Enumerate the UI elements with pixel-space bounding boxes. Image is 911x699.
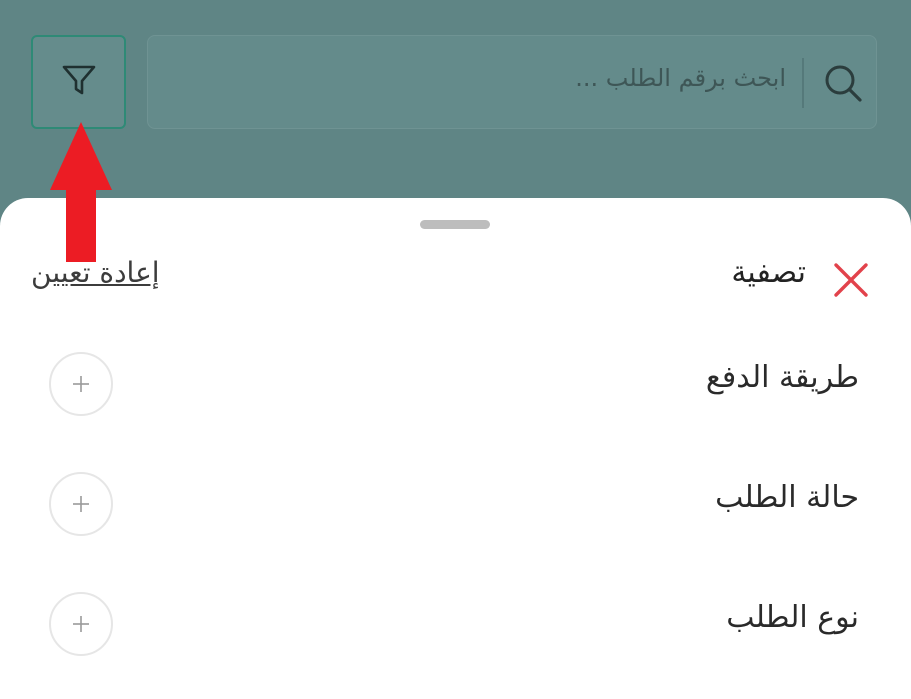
- filter-bottom-sheet: تصفية إعادة تعيين طريقة الدفع حالة الطلب…: [0, 198, 911, 699]
- filter-row-label: طريقة الدفع: [705, 360, 859, 395]
- search-input[interactable]: ابحث برقم الطلب ...: [147, 35, 877, 129]
- plus-icon: [73, 496, 89, 512]
- filter-row-label: حالة الطلب: [715, 480, 859, 515]
- filter-row-order-status[interactable]: حالة الطلب: [0, 466, 911, 546]
- drag-handle[interactable]: [420, 220, 490, 229]
- search-divider: [802, 58, 804, 108]
- filter-row-order-type[interactable]: نوع الطلب: [0, 586, 911, 666]
- funnel-icon: [59, 60, 99, 104]
- plus-icon: [73, 616, 89, 632]
- search-placeholder: ابحث برقم الطلب ...: [575, 64, 786, 92]
- red-arrow-annotation-icon: [50, 122, 112, 262]
- search-icon[interactable]: [820, 60, 866, 106]
- add-filter-button[interactable]: [49, 592, 113, 656]
- filter-button[interactable]: [31, 35, 126, 129]
- add-filter-button[interactable]: [49, 352, 113, 416]
- sheet-title: تصفية: [731, 255, 806, 290]
- plus-icon: [73, 376, 89, 392]
- add-filter-button[interactable]: [49, 472, 113, 536]
- filter-row-label: نوع الطلب: [726, 600, 859, 635]
- filter-row-payment-method[interactable]: طريقة الدفع: [0, 346, 911, 426]
- close-icon[interactable]: [832, 261, 870, 299]
